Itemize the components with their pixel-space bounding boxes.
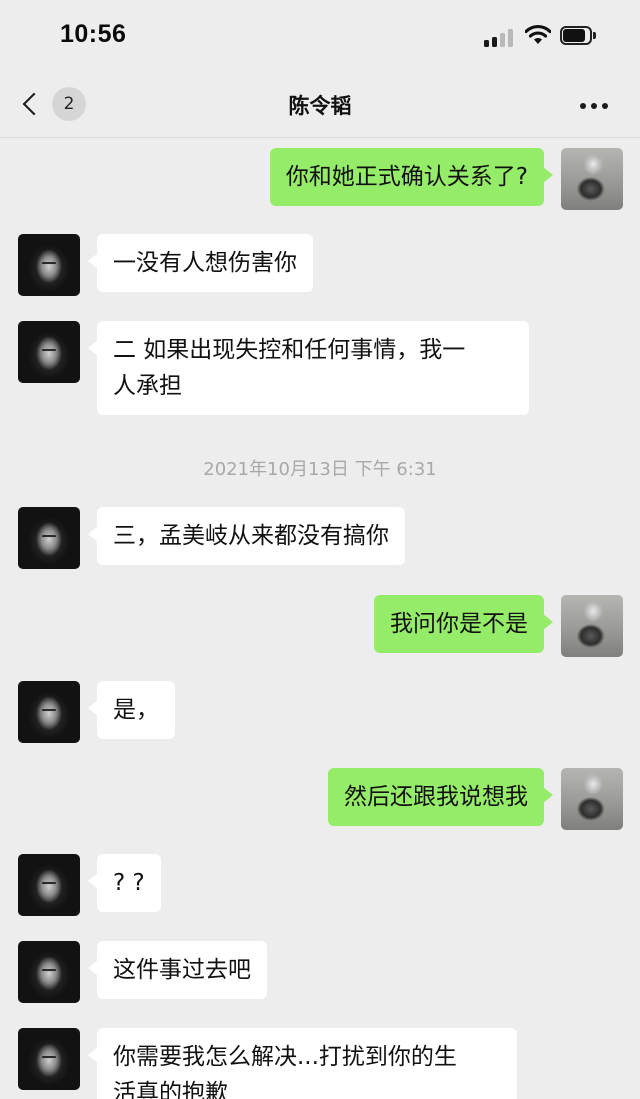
message-line: 人承担 [113, 373, 182, 399]
contact-avatar[interactable] [18, 941, 80, 1003]
message-bubble-incoming[interactable]: 这件事过去吧 [88, 941, 267, 999]
message-timestamp: 2021年10月13日 下午 6:31 [203, 459, 437, 480]
more-dots-icon[interactable] [580, 100, 616, 112]
message-bubble-incoming[interactable]: 三，孟美岐从来都没有搞你 [88, 507, 405, 565]
message-bubble-incoming[interactable]: 一没有人想伤害你 [88, 234, 313, 292]
my-avatar[interactable] [561, 768, 623, 830]
contact-avatar[interactable] [18, 234, 80, 296]
message-line: 二 如果出现失控和任何事情，我一 [113, 337, 466, 363]
status-time: 10:56 [60, 20, 127, 48]
contact-avatar[interactable] [18, 854, 80, 916]
chat-screen: { "status_bar": { "time": "10:56", "icon… [0, 0, 640, 1099]
contact-avatar[interactable] [18, 321, 80, 383]
battery-icon [560, 26, 596, 45]
my-avatar[interactable] [561, 595, 623, 657]
message-bubble-outgoing[interactable]: 然后还跟我说想我 [328, 768, 553, 826]
message-bubble-incoming[interactable]: 你需要我怎么解决...打扰到你的生 活真的抱歉 [88, 1028, 517, 1099]
cellular-signal-icon [484, 27, 516, 47]
message-line: 活真的抱歉 [113, 1080, 228, 1099]
message-bubble-outgoing[interactable]: 我问你是不是 [374, 595, 553, 653]
chat-title: 陈令韬 [288, 94, 352, 118]
message-line: 你需要我怎么解决...打扰到你的生 [113, 1044, 457, 1070]
message-bubble-incoming[interactable]: 是， [88, 681, 175, 739]
wifi-icon [525, 24, 551, 44]
message-bubble-incoming[interactable]: 二 如果出现失控和任何事情，我一 人承担 [88, 321, 529, 415]
contact-avatar[interactable] [18, 507, 80, 569]
my-avatar[interactable] [561, 148, 623, 210]
status-bar: 10:56 [0, 0, 640, 70]
contact-avatar[interactable] [18, 1028, 80, 1090]
contact-avatar[interactable] [18, 681, 80, 743]
chat-header: 2 陈令韬 [0, 70, 640, 138]
message-bubble-outgoing[interactable]: 你和她正式确认关系了? [269, 148, 554, 206]
message-bubble-incoming[interactable]: ? ? [88, 854, 161, 912]
